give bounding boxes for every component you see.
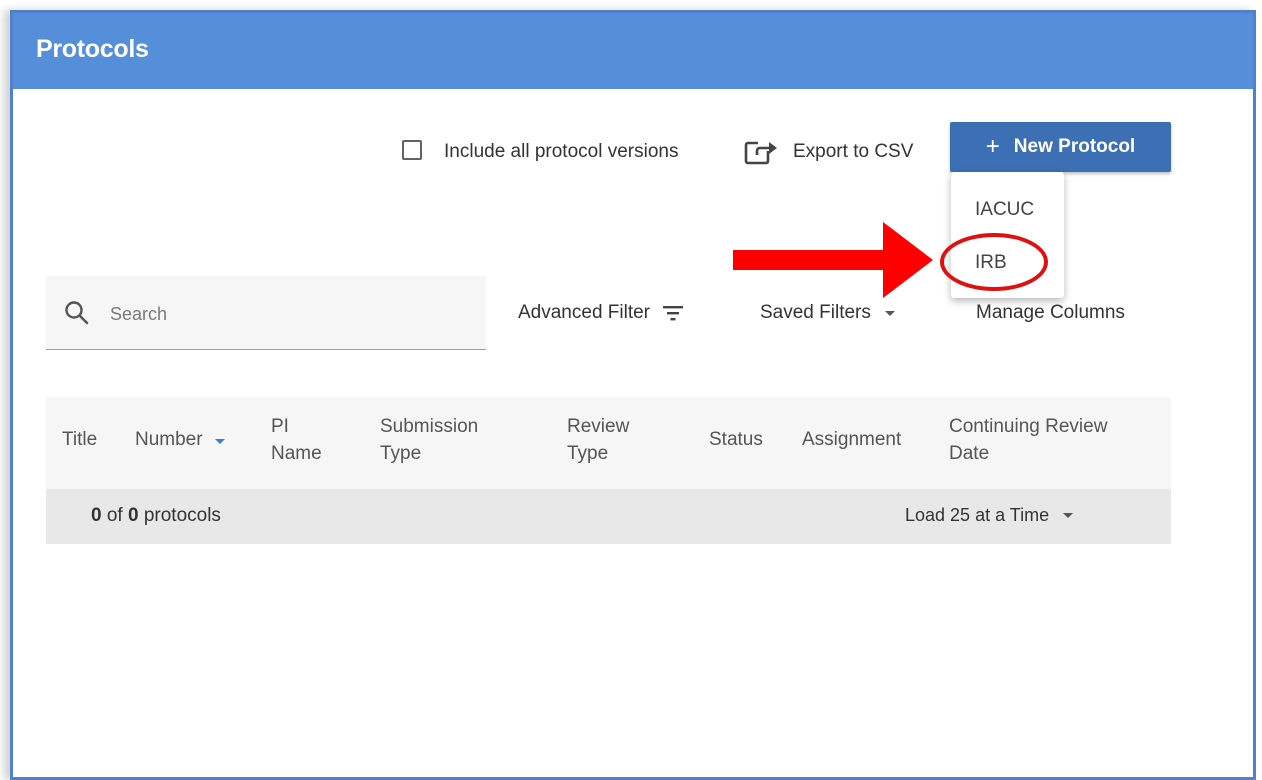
column-header-status[interactable]: Status [709,426,763,453]
annotation-arrow [733,222,933,298]
column-header-review-type[interactable]: Review Type [567,413,629,467]
saved-filters-label: Saved Filters [760,302,871,323]
include-versions-label[interactable]: Include all protocol versions [444,141,678,163]
search-icon [65,301,89,325]
advanced-filter-label: Advanced Filter [518,302,651,323]
menu-item-iacuc[interactable]: IACUC [975,199,1034,221]
column-header-submission-type[interactable]: Submission Type [380,413,478,467]
new-protocol-label: New Protocol [1013,136,1136,157]
search-box [46,276,486,350]
page-size-label: Load 25 at a Time [905,505,1050,525]
chevron-down-icon [1063,513,1074,518]
chevron-down-icon [884,310,895,316]
include-versions-checkbox[interactable] [402,140,422,160]
plus-icon: + [985,133,1000,160]
manage-columns-button[interactable]: Manage Columns [976,302,1125,324]
saved-filters-dropdown[interactable]: Saved Filters [760,302,895,324]
search-input[interactable] [108,298,472,330]
filter-icon [663,306,684,321]
protocol-count: 0 of 0 protocols [91,505,221,526]
table-header: Title Number PI Name Submission Type Rev… [46,397,1171,490]
export-csv-button[interactable]: Export to CSV [793,141,913,163]
page-size-dropdown[interactable]: Load 25 at a Time [905,505,1074,526]
annotation-circle [940,233,1048,291]
column-header-number[interactable]: Number [135,426,225,453]
table-footer: 0 of 0 protocols Load 25 at a Time [46,489,1171,544]
page-title: Protocols [36,35,149,63]
advanced-filter-button[interactable]: Advanced Filter [518,302,684,324]
column-header-assignment[interactable]: Assignment [802,426,901,453]
column-header-pi-name[interactable]: PI Name [271,413,322,467]
new-protocol-button[interactable]: + New Protocol [950,122,1171,172]
export-icon[interactable] [744,138,782,166]
column-header-title[interactable]: Title [62,426,97,453]
sort-desc-icon [214,439,225,444]
column-header-continuing-review-date[interactable]: Continuing Review Date [949,413,1107,467]
page-header: Protocols [13,13,1253,89]
